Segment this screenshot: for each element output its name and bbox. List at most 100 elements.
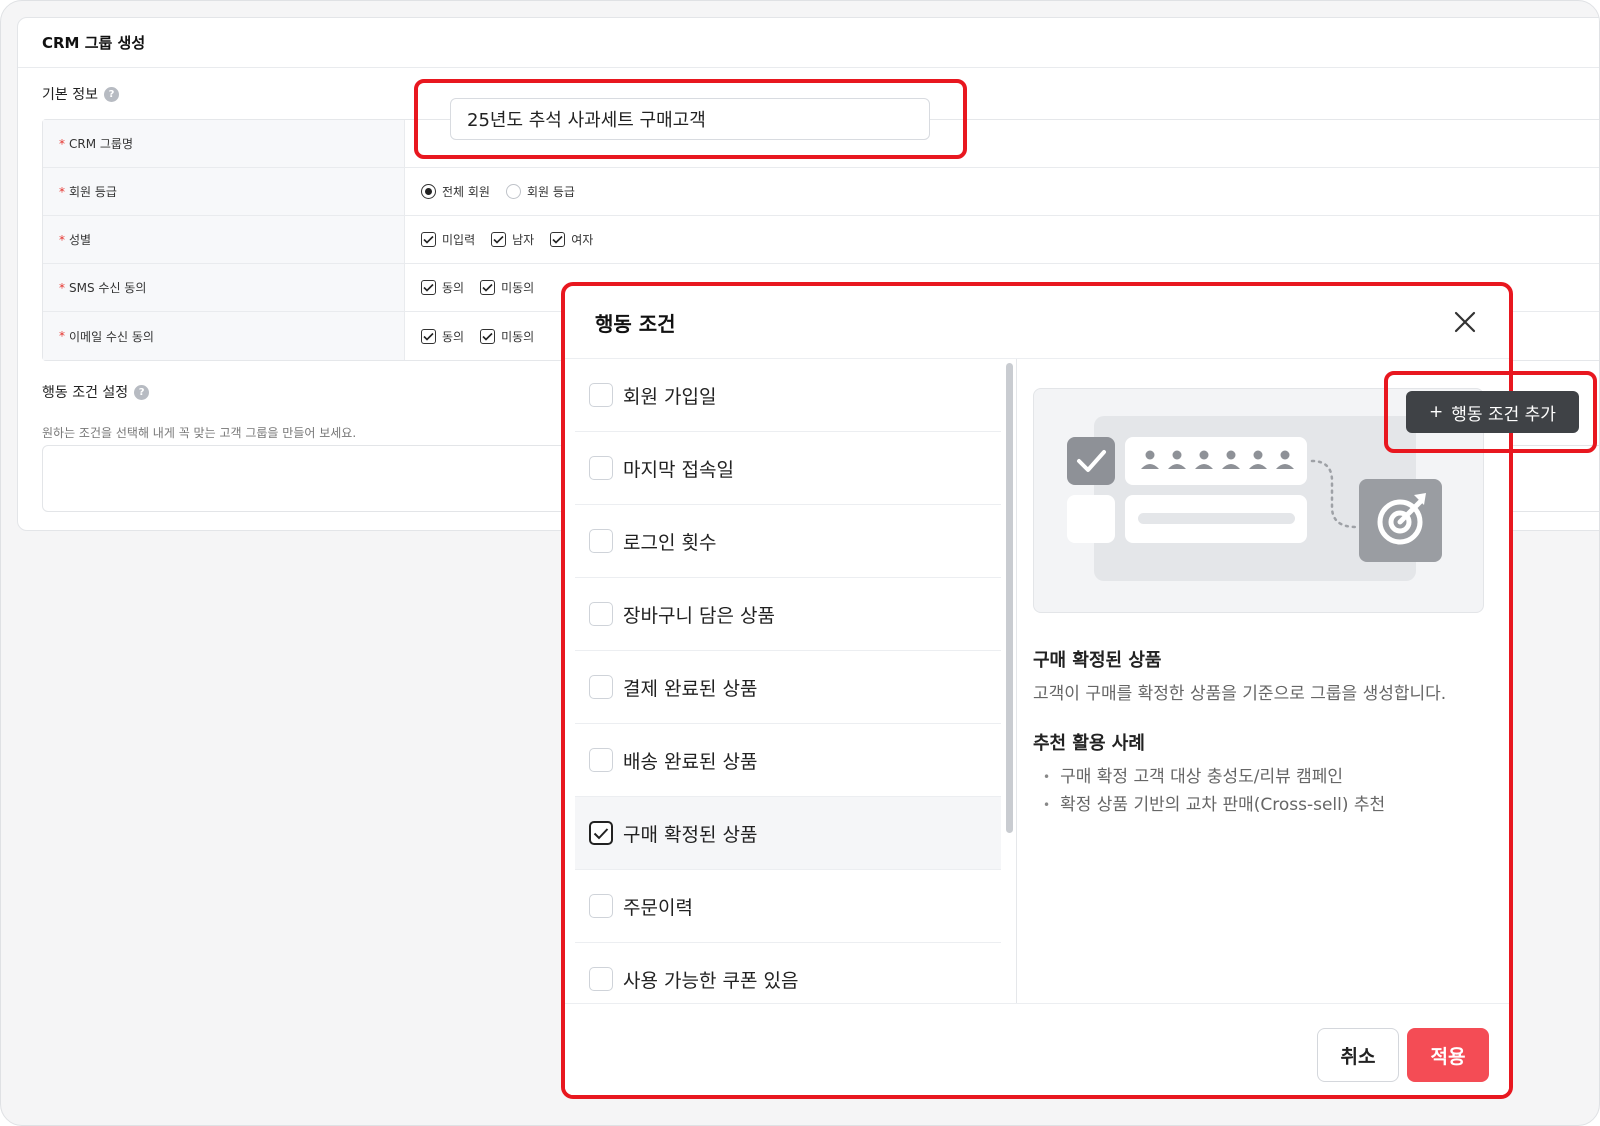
condition-item-order-history[interactable]: 주문이력 — [575, 870, 1001, 943]
condition-label: 마지막 접속일 — [623, 458, 734, 481]
modal-body: 회원 가입일 마지막 접속일 로그인 횟수 장바구니 담은 상품 결제 완료된 … — [565, 359, 1509, 1006]
cancel-button[interactable]: 취소 — [1317, 1028, 1399, 1082]
checkbox-unchecked-icon[interactable] — [589, 383, 613, 407]
checkbox-checked-icon[interactable] — [421, 280, 436, 295]
recommendation-item: 구매 확정 고객 대상 충성도/리뷰 캠페인 — [1043, 763, 1385, 791]
checkbox-unchecked-icon[interactable] — [589, 967, 613, 991]
radio-unselected-icon[interactable] — [505, 184, 521, 199]
checkbox-label: 남자 — [512, 233, 535, 247]
close-icon[interactable] — [1451, 308, 1479, 336]
plus-icon: + — [1429, 402, 1444, 422]
basic-info-title: 기본 정보 — [42, 87, 98, 103]
checkbox-gender-male[interactable]: 남자 — [491, 231, 534, 248]
app-frame: CRM 그룹 생성 기본 정보 ? * CRM 그룹명 * 회원 등급 전체 회… — [0, 0, 1600, 1126]
condition-item-available-coupon[interactable]: 사용 가능한 쿠폰 있음 — [575, 943, 1001, 1006]
modal-title: 행동 조건 — [595, 311, 676, 336]
checkbox-email-agree[interactable]: 동의 — [421, 328, 464, 345]
checkbox-checked-icon[interactable] — [491, 232, 507, 247]
condition-label: 장바구니 담은 상품 — [623, 604, 775, 627]
form-label-text: SMS 수신 동의 — [69, 281, 147, 295]
form-label-text: CRM 그룹명 — [69, 137, 134, 151]
required-mark: * — [59, 280, 65, 295]
checkbox-checked-icon[interactable] — [421, 328, 436, 344]
condition-label: 결제 완료된 상품 — [623, 677, 758, 700]
checkbox-unchecked-icon[interactable] — [589, 529, 613, 553]
condition-label: 로그인 횟수 — [623, 531, 717, 554]
form-label: * 회원 등급 — [43, 168, 405, 215]
recommendation-title: 추천 활용 사례 — [1033, 733, 1145, 754]
condition-list: 회원 가입일 마지막 접속일 로그인 횟수 장바구니 담은 상품 결제 완료된 … — [575, 359, 1001, 1006]
condition-label: 구매 확정된 상품 — [623, 823, 758, 846]
apply-button[interactable]: 적용 — [1407, 1028, 1489, 1082]
modal-header: 행동 조건 — [565, 286, 1509, 359]
form-label: * 이메일 수신 동의 — [43, 312, 405, 360]
help-icon[interactable]: ? — [103, 86, 119, 102]
form-label-text: 이메일 수신 동의 — [69, 329, 154, 344]
card-header: CRM 그룹 생성 — [18, 18, 1599, 68]
behavior-section-heading: 행동 조건 설정 ? — [42, 382, 150, 402]
checkbox-unchecked-icon[interactable] — [589, 675, 613, 699]
checkbox-label: 여자 — [571, 233, 594, 247]
help-icon[interactable]: ? — [134, 384, 150, 400]
behavior-section-title: 행동 조건 설정 — [42, 385, 129, 401]
checkbox-checked-icon[interactable] — [480, 280, 496, 295]
checkbox-sms-agree[interactable]: 동의 — [421, 279, 464, 296]
checkbox-email-disagree[interactable]: 미동의 — [480, 328, 534, 345]
checkbox-checked-icon[interactable] — [480, 328, 496, 344]
form-label: * SMS 수신 동의 — [43, 264, 405, 311]
form-label: * CRM 그룹명 — [43, 120, 405, 167]
gender-options: 미입력 남자 여자 — [405, 216, 1599, 263]
condition-label: 사용 가능한 쿠폰 있음 — [623, 969, 799, 992]
condition-item-delivered-products[interactable]: 배송 완료된 상품 — [575, 724, 1001, 797]
member-grade-options: 전체 회원 회원 등급 — [405, 168, 1599, 215]
form-row-member-grade: * 회원 등급 전체 회원 회원 등급 — [43, 168, 1599, 216]
condition-item-paid-products[interactable]: 결제 완료된 상품 — [575, 651, 1001, 724]
checkbox-label: 미동의 — [501, 281, 535, 295]
required-mark: * — [59, 136, 65, 151]
group-name-input[interactable]: 25년도 추석 사과세트 구매고객 — [450, 98, 930, 140]
checkbox-unchecked-icon[interactable] — [589, 748, 613, 772]
checkbox-unchecked-icon[interactable] — [589, 894, 613, 918]
list-scrollbar[interactable] — [1006, 363, 1013, 833]
condition-item-confirmed-products[interactable]: 구매 확정된 상품 — [575, 797, 1001, 870]
recommendation-item: 확정 상품 기반의 교차 판매(Cross-sell) 추천 — [1043, 791, 1385, 819]
checkbox-checked-icon[interactable] — [421, 232, 436, 247]
checkbox-checked-icon[interactable] — [550, 232, 566, 247]
condition-item-login-count[interactable]: 로그인 횟수 — [575, 505, 1001, 578]
checkbox-unchecked-icon[interactable] — [589, 456, 613, 480]
radio-member-grade[interactable]: 회원 등급 — [505, 183, 575, 200]
condition-item-last-access[interactable]: 마지막 접속일 — [575, 432, 1001, 505]
condition-detail: 구매 확정된 상품 고객이 구매를 확정한 상품을 기준으로 그룹을 생성합니다… — [1033, 359, 1493, 1006]
checkbox-sms-disagree[interactable]: 미동의 — [480, 279, 534, 296]
form-row-gender: * 성별 미입력 남자 여자 — [43, 216, 1599, 264]
checkbox-checked-icon[interactable] — [589, 821, 613, 845]
checkbox-unchecked-icon[interactable] — [589, 602, 613, 626]
detail-description: 고객이 구매를 확정한 상품을 기준으로 그룹을 생성합니다. — [1033, 684, 1447, 704]
modal-footer: 취소 적용 — [565, 1003, 1509, 1095]
pane-divider — [1016, 359, 1017, 1006]
radio-all-members[interactable]: 전체 회원 — [421, 183, 490, 200]
condition-item-cart-products[interactable]: 장바구니 담은 상품 — [575, 578, 1001, 651]
detail-title: 구매 확정된 상품 — [1033, 650, 1162, 671]
condition-label: 주문이력 — [623, 896, 693, 919]
condition-label: 배송 완료된 상품 — [623, 750, 758, 773]
checkbox-label: 미입력 — [442, 233, 476, 247]
condition-item-signup-date[interactable]: 회원 가입일 — [575, 359, 1001, 432]
checkbox-gender-female[interactable]: 여자 — [550, 231, 593, 248]
form-label-text: 회원 등급 — [69, 185, 117, 199]
recommendation-list: 구매 확정 고객 대상 충성도/리뷰 캠페인 확정 상품 기반의 교차 판매(C… — [1043, 763, 1385, 819]
radio-label: 회원 등급 — [526, 185, 575, 199]
form-label: * 성별 — [43, 216, 405, 263]
add-condition-label: 행동 조건 추가 — [1451, 404, 1556, 425]
required-mark: * — [59, 329, 65, 343]
radio-label: 전체 회원 — [442, 185, 490, 199]
page-title: CRM 그룹 생성 — [42, 34, 146, 52]
radio-selected-icon[interactable] — [421, 184, 436, 199]
required-mark: * — [59, 184, 65, 199]
basic-info-heading: 기본 정보 ? — [42, 84, 119, 104]
checkbox-gender-unknown[interactable]: 미입력 — [421, 231, 475, 248]
required-mark: * — [59, 232, 65, 247]
behavior-section-description: 원하는 조건을 선택해 내게 꼭 맞는 고객 그룹을 만들어 보세요. — [42, 426, 357, 440]
checkbox-label: 동의 — [442, 281, 465, 295]
add-condition-button[interactable]: + 행동 조건 추가 — [1406, 391, 1579, 433]
